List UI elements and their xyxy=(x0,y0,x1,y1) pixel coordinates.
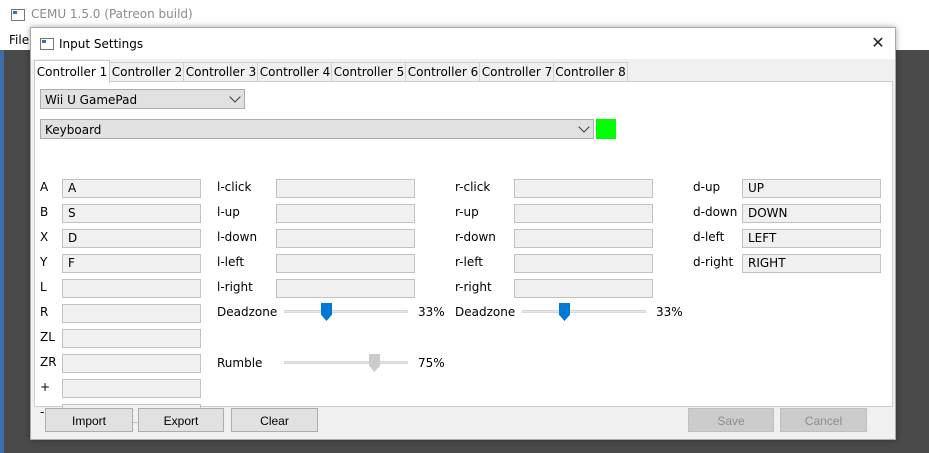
tab-controller-8[interactable]: Controller 8 xyxy=(553,62,628,82)
l-up-mapping[interactable] xyxy=(276,204,415,223)
button-y-label: Y xyxy=(40,255,48,269)
d-up-label: d-up xyxy=(693,180,721,194)
d-right-label: d-right xyxy=(693,255,734,269)
left-deadzone-value: 33% xyxy=(418,305,445,319)
cancel-button[interactable]: Cancel xyxy=(780,408,867,432)
input-device-value: Keyboard xyxy=(45,123,102,137)
r-up-mapping[interactable] xyxy=(514,204,653,223)
close-icon[interactable]: ✕ xyxy=(867,32,889,54)
left-deadzone-slider-track[interactable] xyxy=(284,310,408,313)
button-b-mapping[interactable]: S xyxy=(62,204,201,223)
controller-type-dropdown[interactable]: Wii U GamePad xyxy=(40,89,245,109)
r-down-mapping[interactable] xyxy=(514,229,653,248)
l-click-label: l-click xyxy=(217,180,252,194)
button-zr-mapping[interactable] xyxy=(62,354,201,373)
r-down-label: r-down xyxy=(455,230,496,244)
rumble-value: 75% xyxy=(418,356,445,370)
button-zr-label: ZR xyxy=(40,355,57,369)
l-left-label: l-left xyxy=(217,255,245,269)
menu-file[interactable]: File xyxy=(9,33,29,47)
r-up-label: r-up xyxy=(455,205,479,219)
tab-controller-3[interactable]: Controller 3 xyxy=(183,62,259,82)
right-deadzone-value: 33% xyxy=(656,305,683,319)
r-left-label: r-left xyxy=(455,255,483,269)
window-icon xyxy=(40,38,54,50)
chevron-down-icon xyxy=(229,91,241,103)
tab-controller-2[interactable]: Controller 2 xyxy=(109,62,185,82)
d-up-mapping[interactable]: UP xyxy=(742,179,881,198)
rumble-label: Rumble xyxy=(217,356,263,370)
input-device-dropdown[interactable]: Keyboard xyxy=(40,119,594,139)
button-l-label: L xyxy=(40,280,47,294)
r-right-label: r-right xyxy=(455,280,492,294)
app-icon xyxy=(11,9,25,21)
dialog-title: Input Settings xyxy=(59,37,144,51)
main-window-background-bottom xyxy=(30,438,895,453)
button-zl-mapping[interactable] xyxy=(62,329,201,348)
import-button[interactable]: Import xyxy=(45,408,133,432)
tab-controller-5[interactable]: Controller 5 xyxy=(331,62,407,82)
rumble-slider[interactable] xyxy=(284,353,408,373)
d-down-mapping[interactable]: DOWN xyxy=(742,204,881,223)
d-down-label: d-down xyxy=(693,205,738,219)
button-x-mapping[interactable]: D xyxy=(62,229,201,248)
main-window-background-right xyxy=(895,50,929,453)
controller-type-value: Wii U GamePad xyxy=(45,93,138,107)
chevron-down-icon xyxy=(578,121,590,133)
right-deadzone-slider-thumb[interactable] xyxy=(559,303,570,321)
l-right-label: l-right xyxy=(217,280,253,294)
right-deadzone-slider-track[interactable] xyxy=(522,310,646,313)
d-right-mapping[interactable]: RIGHT xyxy=(742,254,881,273)
clear-button[interactable]: Clear xyxy=(231,408,318,432)
left-deadzone-label: Deadzone xyxy=(217,305,278,319)
left-deadzone-slider-thumb[interactable] xyxy=(321,303,332,321)
button-a-label: A xyxy=(40,180,49,194)
button-y-mapping[interactable]: F xyxy=(62,254,201,273)
tab-controller-1[interactable]: Controller 1 xyxy=(34,60,110,83)
button-plus-label: + xyxy=(40,380,51,394)
tab-controller-6[interactable]: Controller 6 xyxy=(405,62,481,82)
tab-controller-7[interactable]: Controller 7 xyxy=(479,62,555,82)
r-left-mapping[interactable] xyxy=(514,254,653,273)
left-deadzone-slider[interactable] xyxy=(284,302,408,322)
button-a-mapping[interactable]: A xyxy=(62,179,201,198)
l-down-label: l-down xyxy=(217,230,258,244)
button-zl-label: ZL xyxy=(40,330,55,344)
button-x-label: X xyxy=(40,230,49,244)
button-minus-label: - xyxy=(40,405,45,419)
r-click-mapping[interactable] xyxy=(514,179,653,198)
l-click-mapping[interactable] xyxy=(276,179,415,198)
d-left-mapping[interactable]: LEFT xyxy=(742,229,881,248)
l-left-mapping[interactable] xyxy=(276,254,415,273)
d-left-label: d-left xyxy=(693,230,725,244)
input-settings-dialog: Input Settings ✕ Controller 1 Controller … xyxy=(30,27,896,440)
device-color-indicator xyxy=(596,119,616,139)
save-button[interactable]: Save xyxy=(688,408,774,432)
button-plus-mapping[interactable] xyxy=(62,379,201,398)
rumble-slider-thumb[interactable] xyxy=(369,354,380,372)
button-r-label: R xyxy=(40,305,49,319)
r-click-label: r-click xyxy=(455,180,491,194)
l-down-mapping[interactable] xyxy=(276,229,415,248)
rumble-slider-track[interactable] xyxy=(284,361,408,364)
button-r-mapping[interactable] xyxy=(62,304,201,323)
dialog-titlebar: Input Settings ✕ xyxy=(31,28,895,59)
main-window-background-left xyxy=(0,50,30,453)
button-l-mapping[interactable] xyxy=(62,279,201,298)
right-deadzone-label: Deadzone xyxy=(455,305,516,319)
main-window-title: CEMU 1.5.0 (Patreon build) xyxy=(31,7,193,21)
r-right-mapping[interactable] xyxy=(514,279,653,298)
l-right-mapping[interactable] xyxy=(276,279,415,298)
controller-panel: Wii U GamePad Keyboard A A B S X D Y F L R ZL ZR + - l… xyxy=(34,81,893,423)
main-window-titlebar: CEMU 1.5.0 (Patreon build) xyxy=(0,0,929,30)
button-b-label: B xyxy=(40,205,49,219)
right-deadzone-slider[interactable] xyxy=(522,302,646,322)
l-up-label: l-up xyxy=(217,205,240,219)
export-button[interactable]: Export xyxy=(138,408,224,432)
tab-controller-4[interactable]: Controller 4 xyxy=(257,62,333,82)
